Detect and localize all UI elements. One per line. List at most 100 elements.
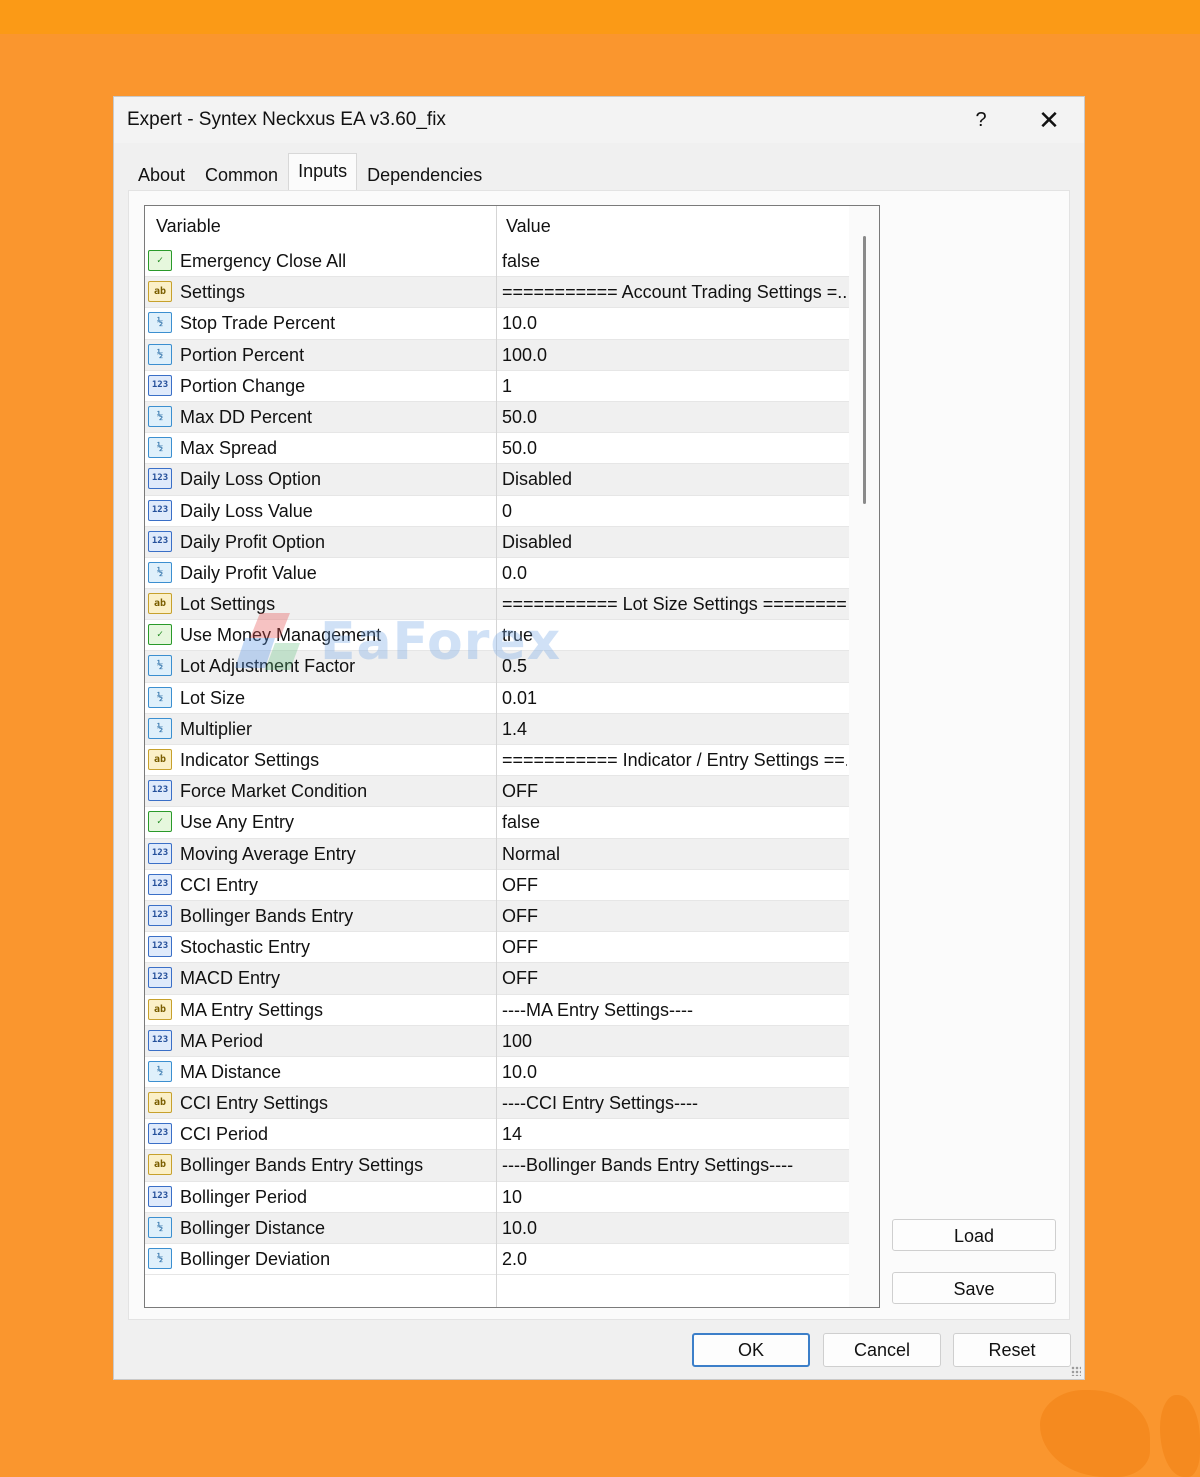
variable-value[interactable]: 0.0 <box>502 563 847 584</box>
table-row[interactable]: 123 Bollinger Bands Entry OFF <box>145 900 849 933</box>
variable-value[interactable]: 50.0 <box>502 407 847 428</box>
tab-inputs[interactable]: Inputs <box>288 153 358 192</box>
variable-value[interactable]: OFF <box>502 906 847 927</box>
variable-name: Emergency Close All <box>180 251 347 271</box>
table-row[interactable]: ab Indicator Settings =========== Indicato… <box>145 745 849 777</box>
boolean-icon: ✓ <box>148 624 172 646</box>
variable-value[interactable]: ----CCI Entry Settings---- <box>502 1093 847 1114</box>
table-row[interactable]: ab Settings =========== Account Trading Se… <box>145 277 849 309</box>
table-row[interactable]: ✓ Use Money Management true <box>145 620 849 652</box>
grid-header: Variable Value <box>145 206 849 246</box>
table-row[interactable]: ✓ Use Any Entry false <box>145 807 849 839</box>
tab-about[interactable]: About <box>128 157 195 192</box>
variable-value[interactable]: Normal <box>502 844 847 865</box>
resize-grip[interactable] <box>1071 1366 1081 1376</box>
table-row[interactable]: 123 MACD Entry OFF <box>145 963 849 995</box>
ok-button[interactable]: OK <box>692 1333 810 1367</box>
table-row[interactable]: 123 MA Period 100 <box>145 1025 849 1057</box>
integer-icon: 123 <box>148 904 172 926</box>
variable-value[interactable]: 10.0 <box>502 1218 847 1239</box>
variable-value[interactable]: =========== Lot Size Settings ========..… <box>502 594 847 615</box>
tab-common[interactable]: Common <box>195 157 288 192</box>
variable-value[interactable]: 100.0 <box>502 345 847 366</box>
variable-name: Indicator Settings <box>180 750 320 770</box>
table-row[interactable]: ½ MA Distance 10.0 <box>145 1056 849 1089</box>
variable-value[interactable]: 0.5 <box>502 656 847 677</box>
background-splash <box>1160 1395 1200 1477</box>
variable-value[interactable]: 0.01 <box>502 688 847 709</box>
reset-button[interactable]: Reset <box>953 1333 1071 1367</box>
column-header-variable[interactable]: Variable <box>156 216 221 237</box>
table-row[interactable]: 123 Daily Loss Value 0 <box>145 495 849 527</box>
table-row[interactable]: ½ Daily Profit Value 0.0 <box>145 557 849 590</box>
column-header-value[interactable]: Value <box>506 216 551 237</box>
table-row[interactable]: ab Bollinger Bands Entry Settings ----Boll… <box>145 1150 849 1182</box>
variable-value[interactable]: ----Bollinger Bands Entry Settings---- <box>502 1155 847 1176</box>
table-row[interactable]: ½ Multiplier 1.4 <box>145 713 849 745</box>
table-row[interactable]: 123 Force Market Condition OFF <box>145 776 849 808</box>
table-row[interactable]: ½ Max Spread 50.0 <box>145 433 849 465</box>
table-row[interactable]: ½ Portion Percent 100.0 <box>145 339 849 371</box>
table-row[interactable]: ab CCI Entry Settings ----CCI Entry Settin… <box>145 1088 849 1120</box>
table-row[interactable]: ½ Lot Adjustment Factor 0.5 <box>145 651 849 683</box>
close-button[interactable]: ✕ <box>1029 103 1069 137</box>
table-row[interactable]: ✓ Emergency Close All false <box>145 246 849 278</box>
variable-value[interactable]: false <box>502 812 847 833</box>
variable-value[interactable]: 1.4 <box>502 719 847 740</box>
cancel-button[interactable]: Cancel <box>823 1333 941 1367</box>
save-button[interactable]: Save <box>892 1272 1056 1304</box>
variable-name: Daily Profit Value <box>180 562 317 583</box>
table-row[interactable]: ½ Lot Size 0.01 <box>145 682 849 714</box>
tab-bar: About Common Inputs Dependencies <box>128 153 492 192</box>
table-row[interactable]: ab Lot Settings =========== Lot Size Setti… <box>145 589 849 621</box>
variable-value[interactable]: OFF <box>502 781 847 802</box>
vertical-scrollbar[interactable] <box>849 206 879 1307</box>
table-row[interactable]: 123 Moving Average Entry Normal <box>145 838 849 870</box>
variable-value[interactable]: OFF <box>502 875 847 896</box>
double-icon: ½ <box>148 1216 172 1238</box>
tab-dependencies[interactable]: Dependencies <box>357 157 492 192</box>
integer-icon: 123 <box>148 1029 172 1051</box>
table-row[interactable]: 123 CCI Entry OFF <box>145 869 849 901</box>
variable-value[interactable]: OFF <box>502 937 847 958</box>
integer-icon: 123 <box>148 468 172 490</box>
variable-value[interactable]: Disabled <box>502 469 847 490</box>
variable-value[interactable]: false <box>502 251 847 272</box>
table-row[interactable]: 123 Bollinger Period 10 <box>145 1181 849 1213</box>
table-row[interactable]: ½ Bollinger Distance 10.0 <box>145 1212 849 1244</box>
variable-value[interactable]: 14 <box>502 1124 847 1145</box>
table-row[interactable]: 123 Daily Loss Option Disabled <box>145 464 849 496</box>
variable-value[interactable]: 100 <box>502 1031 847 1052</box>
variable-value[interactable]: 0 <box>502 501 847 522</box>
variable-value[interactable]: true <box>502 625 847 646</box>
variable-name: Use Money Management <box>180 625 382 646</box>
variable-value[interactable]: 50.0 <box>502 438 847 459</box>
table-row[interactable]: ab MA Entry Settings ----MA Entry Settings… <box>145 994 849 1026</box>
variable-value[interactable]: 2.0 <box>502 1249 847 1270</box>
table-row[interactable]: 123 CCI Period 14 <box>145 1119 849 1151</box>
boolean-icon: ✓ <box>148 811 172 833</box>
scrollbar-thumb[interactable] <box>863 236 866 504</box>
variable-value[interactable]: 10 <box>502 1187 847 1208</box>
integer-icon: 123 <box>148 374 172 396</box>
variable-value[interactable]: =========== Account Trading Settings =..… <box>502 282 847 303</box>
table-row[interactable]: 123 Daily Profit Option Disabled <box>145 526 849 558</box>
variable-value[interactable]: 1 <box>502 376 847 397</box>
help-button[interactable]: ? <box>964 103 998 137</box>
variable-value[interactable]: 10.0 <box>502 313 847 334</box>
table-row[interactable]: 123 Portion Change 1 <box>145 370 849 402</box>
table-row[interactable]: ½ Max DD Percent 50.0 <box>145 401 849 434</box>
variable-value[interactable]: OFF <box>502 968 847 989</box>
table-row[interactable]: 123 Stochastic Entry OFF <box>145 932 849 964</box>
variable-name: MA Period <box>180 1030 264 1051</box>
variable-value[interactable]: Disabled <box>502 532 847 553</box>
double-icon: ½ <box>148 655 172 677</box>
boolean-icon: ✓ <box>148 250 172 271</box>
string-icon: ab <box>148 1154 172 1176</box>
table-row[interactable]: ½ Bollinger Deviation 2.0 <box>145 1244 849 1276</box>
variable-value[interactable]: 10.0 <box>502 1062 847 1083</box>
variable-value[interactable]: =========== Indicator / Entry Settings =… <box>502 750 847 771</box>
variable-value[interactable]: ----MA Entry Settings---- <box>502 1000 847 1021</box>
load-button[interactable]: Load <box>892 1219 1056 1251</box>
table-row[interactable]: ½ Stop Trade Percent 10.0 <box>145 308 849 340</box>
